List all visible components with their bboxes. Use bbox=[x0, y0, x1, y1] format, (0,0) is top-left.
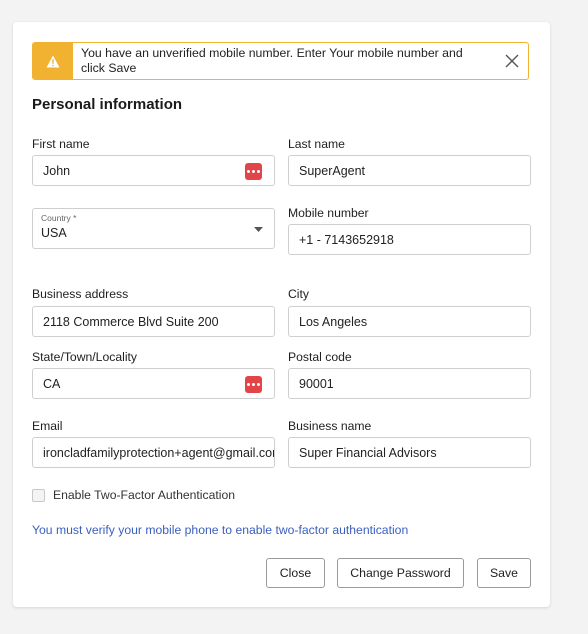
personal-info-card: You have an unverified mobile number. En… bbox=[13, 22, 550, 607]
country-value: USA bbox=[41, 226, 67, 240]
change-password-button[interactable]: Change Password bbox=[337, 558, 464, 588]
last-name-input[interactable]: SuperAgent bbox=[288, 155, 531, 186]
first-name-value: John bbox=[43, 163, 71, 178]
alert-message: You have an unverified mobile number. En… bbox=[81, 46, 463, 75]
business-address-input[interactable]: 2118 Commerce Blvd Suite 200 bbox=[32, 306, 275, 337]
two-factor-checkbox[interactable] bbox=[32, 488, 45, 502]
last-name-label: Last name bbox=[288, 137, 345, 151]
country-label: Country * bbox=[41, 213, 77, 223]
close-icon[interactable] bbox=[505, 54, 519, 68]
last-name-value: SuperAgent bbox=[299, 163, 366, 178]
mobile-number-input[interactable]: +1 - 7143652918 bbox=[288, 224, 531, 255]
business-name-input[interactable]: Super Financial Advisors bbox=[288, 437, 531, 468]
business-address-label: Business address bbox=[32, 287, 129, 301]
first-name-input[interactable]: John bbox=[32, 155, 275, 186]
email-label: Email bbox=[32, 419, 63, 433]
unverified-mobile-alert: You have an unverified mobile number. En… bbox=[32, 42, 529, 80]
password-manager-icon[interactable] bbox=[245, 376, 262, 393]
two-factor-row: Enable Two-Factor Authentication bbox=[32, 488, 235, 502]
state-value: CA bbox=[43, 376, 61, 391]
password-manager-icon[interactable] bbox=[245, 163, 262, 180]
alert-close-button[interactable] bbox=[497, 43, 528, 79]
city-label: City bbox=[288, 287, 309, 301]
business-name-label: Business name bbox=[288, 419, 372, 433]
save-button[interactable]: Save bbox=[477, 558, 531, 588]
two-factor-label: Enable Two-Factor Authentication bbox=[53, 488, 236, 502]
email-value: ironcladfamilyprotection+agent@gmail.com bbox=[43, 445, 275, 460]
business-name-value: Super Financial Advisors bbox=[299, 445, 437, 460]
state-label: State/Town/Locality bbox=[32, 350, 138, 364]
postal-code-value: 90001 bbox=[299, 376, 334, 391]
city-value: Los Angeles bbox=[299, 314, 368, 329]
postal-code-label: Postal code bbox=[288, 350, 352, 364]
mobile-number-value: +1 - 7143652918 bbox=[299, 232, 394, 247]
state-input[interactable]: CA bbox=[32, 368, 275, 399]
city-input[interactable]: Los Angeles bbox=[288, 306, 531, 337]
warning-icon bbox=[46, 55, 60, 67]
country-select[interactable]: Country * USA bbox=[32, 208, 275, 249]
close-button[interactable]: Close bbox=[266, 558, 325, 588]
alert-icon-box bbox=[33, 43, 73, 79]
email-field[interactable]: ironcladfamilyprotection+agent@gmail.com bbox=[32, 437, 275, 468]
mobile-number-label: Mobile number bbox=[288, 206, 369, 220]
page-title: Personal information bbox=[32, 96, 183, 113]
first-name-label: First name bbox=[32, 137, 90, 151]
business-address-value: 2118 Commerce Blvd Suite 200 bbox=[43, 314, 219, 329]
postal-code-input[interactable]: 90001 bbox=[288, 368, 531, 399]
verify-mobile-notice[interactable]: You must verify your mobile phone to ena… bbox=[32, 523, 408, 537]
chevron-down-icon[interactable] bbox=[254, 227, 263, 232]
